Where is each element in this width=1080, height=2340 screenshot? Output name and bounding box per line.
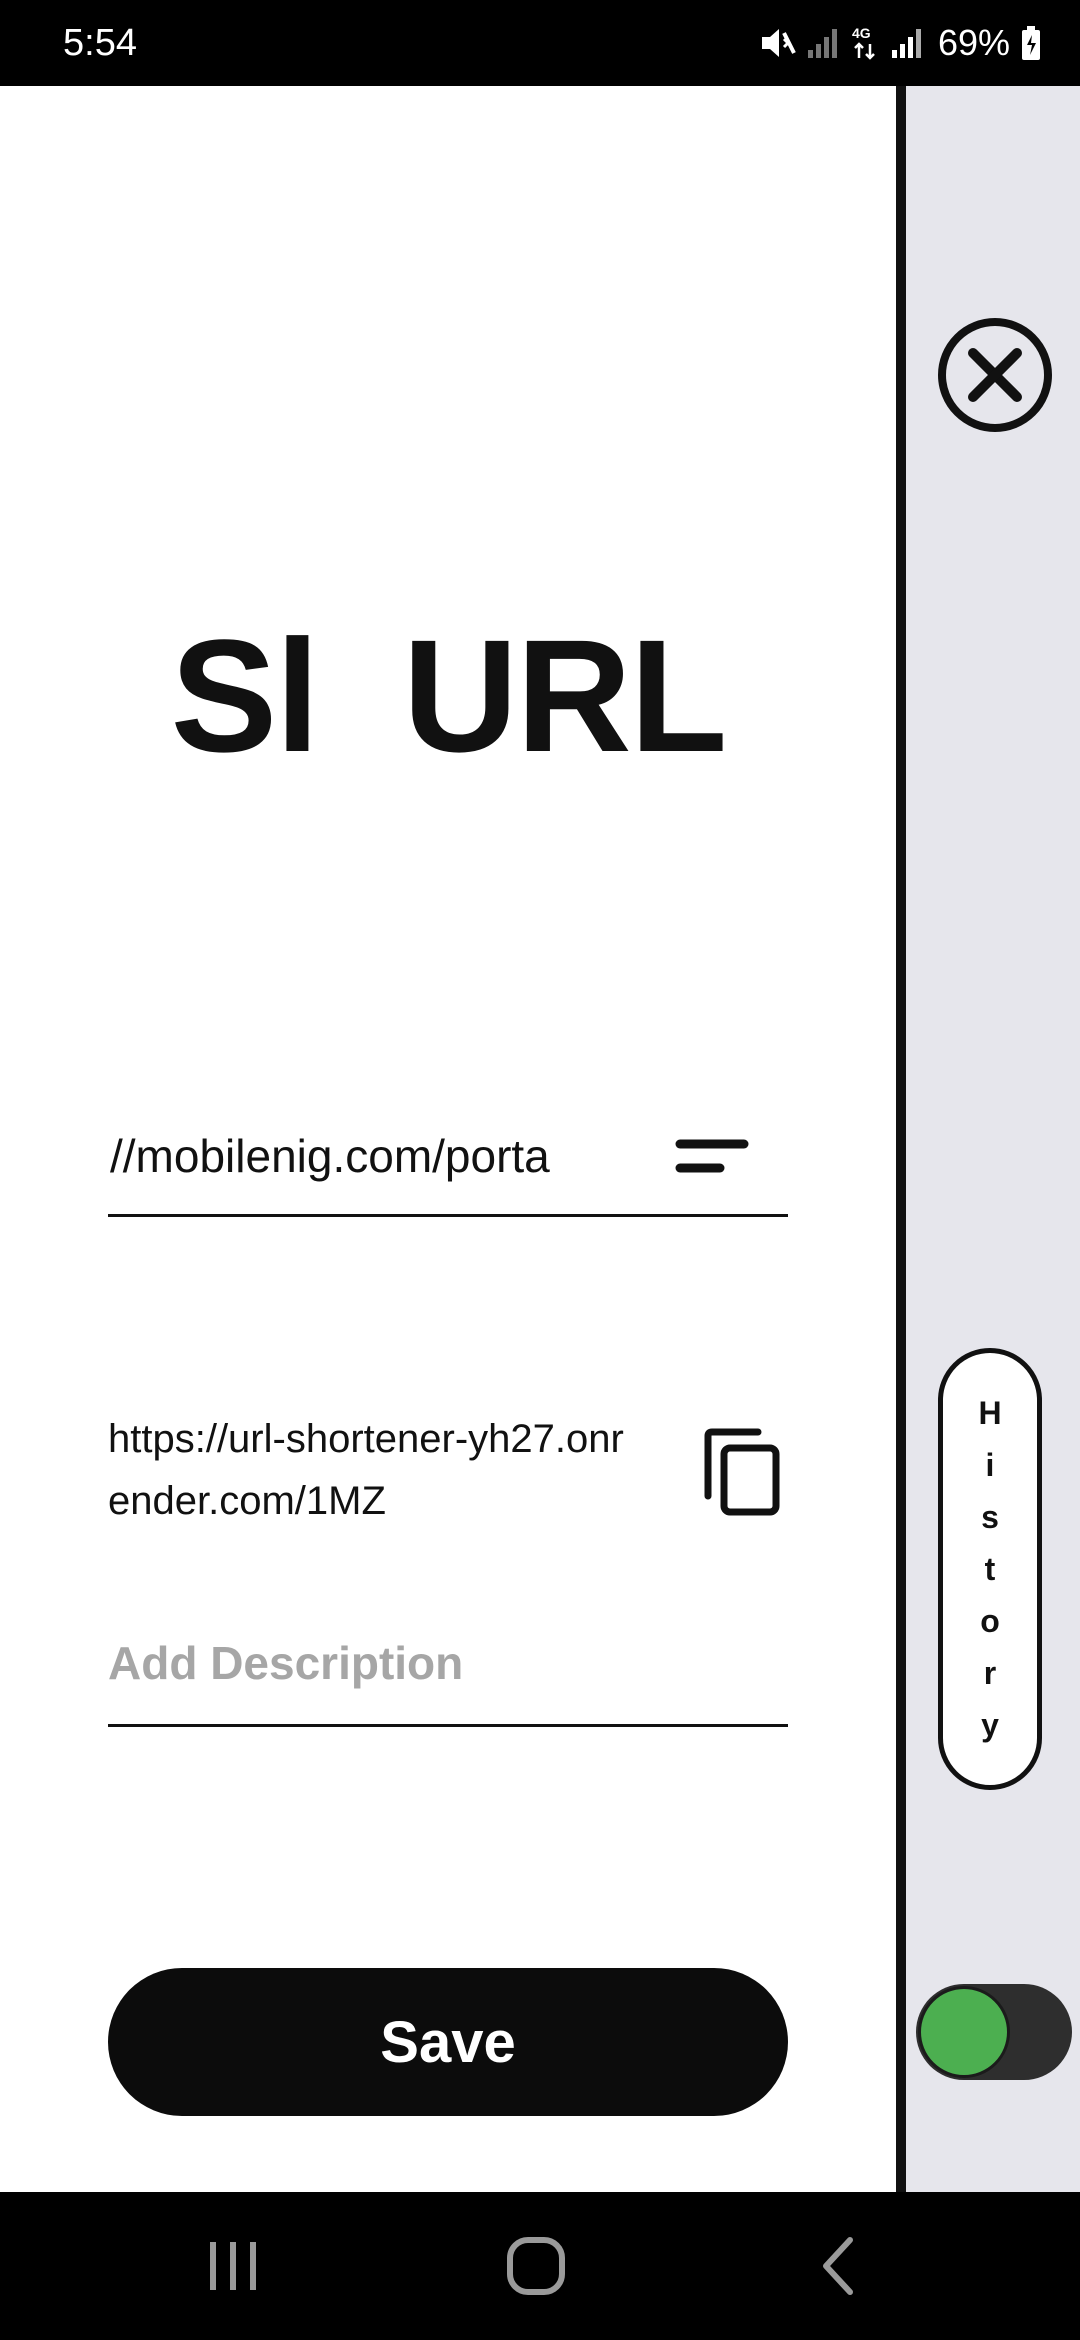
side-panel: H i s t o r y [906, 86, 1080, 2192]
history-letter: t [984, 1551, 996, 1587]
history-button[interactable]: H i s t o r y [938, 1348, 1042, 1790]
url-input-container [108, 1098, 788, 1217]
history-letter: r [983, 1655, 997, 1691]
history-letter: H [978, 1395, 1002, 1431]
panel-divider [896, 86, 906, 2192]
main-panel: Sl URL https://url-shortener-yh27.onrend… [0, 86, 896, 2192]
close-icon[interactable] [936, 316, 1054, 434]
status-time: 5:54 [63, 22, 137, 64]
theme-toggle[interactable] [916, 1984, 1072, 2080]
url-input[interactable] [110, 1126, 640, 1186]
recent-apps-icon[interactable] [193, 2226, 273, 2306]
signal-icon [891, 29, 921, 58]
home-icon[interactable] [496, 2226, 576, 2306]
battery-charging-icon [1022, 26, 1040, 60]
history-letter: i [985, 1447, 995, 1483]
mute-icon [761, 29, 796, 57]
description-input[interactable] [108, 1630, 788, 1696]
back-icon[interactable] [800, 2226, 880, 2306]
history-letter: o [980, 1603, 1000, 1639]
app-title: Sl URL [170, 606, 728, 785]
description-container [108, 1608, 788, 1727]
signal-icon [807, 29, 837, 58]
network-4g-icon: 4G [852, 25, 875, 60]
toggle-knob [918, 1986, 1010, 2078]
history-letter: y [981, 1707, 999, 1743]
status-bar: 5:54 4G 69% [0, 0, 1080, 86]
save-button[interactable]: Save [108, 1968, 788, 2116]
battery-percentage: 69% [937, 22, 1010, 63]
navigation-bar [0, 2192, 1080, 2340]
svg-text:4G: 4G [852, 25, 871, 41]
sort-icon[interactable] [674, 1128, 750, 1188]
history-letter: s [981, 1499, 999, 1535]
status-icons: 4G 69% [758, 20, 1042, 66]
short-url-text: https://url-shortener-yh27.onrender.com/… [108, 1417, 624, 1523]
copy-icon[interactable] [700, 1426, 782, 1518]
